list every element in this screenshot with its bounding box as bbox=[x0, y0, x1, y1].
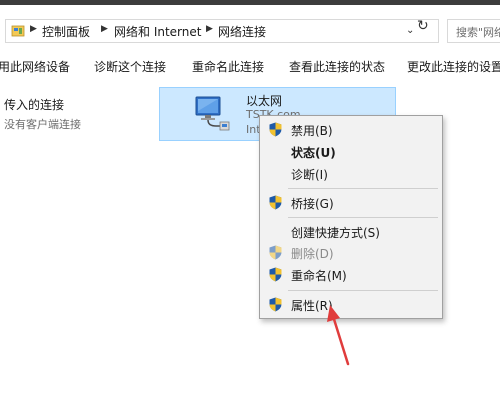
adapter-name: 以太网 bbox=[246, 94, 283, 108]
menu-item-label: 属性(R) bbox=[291, 299, 333, 313]
menu-item-rename[interactable]: 重命名(M) bbox=[260, 264, 442, 286]
breadcrumb-separator: ▶ bbox=[30, 24, 37, 34]
menu-item-bridge[interactable]: 桥接(G) bbox=[260, 192, 442, 214]
command-bar: 用此网络设备 诊断这个连接 重命名此连接 查看此连接的状态 更改此连接的设置 bbox=[0, 52, 500, 80]
breadcrumb-network-connections[interactable]: 网络连接 bbox=[218, 23, 266, 40]
window-top-strip bbox=[0, 0, 500, 5]
shield-icon bbox=[269, 122, 282, 137]
address-row: ▶ 控制面板 ▶ 网络和 Internet ▶ 网络连接 ⌄ ↻ 搜索"网络连 bbox=[0, 16, 500, 46]
shield-icon bbox=[269, 297, 282, 312]
search-input[interactable]: 搜索"网络连 bbox=[447, 19, 500, 43]
menu-item-label: 创建快捷方式(S) bbox=[291, 226, 380, 240]
menu-separator bbox=[288, 217, 438, 218]
refresh-icon[interactable]: ↻ bbox=[417, 18, 429, 34]
menu-item-label: 诊断(I) bbox=[291, 168, 328, 182]
breadcrumb-separator: ▶ bbox=[101, 24, 108, 34]
search-placeholder: 搜索"网络连 bbox=[456, 26, 500, 39]
address-bar[interactable]: ▶ 控制面板 ▶ 网络和 Internet ▶ 网络连接 ⌄ bbox=[5, 19, 439, 43]
network-adapter-icon bbox=[195, 96, 230, 131]
control-panel-icon bbox=[11, 25, 25, 37]
breadcrumb-separator: ▶ bbox=[206, 24, 213, 34]
shield-icon bbox=[269, 195, 282, 210]
menu-item-label: 重命名(M) bbox=[291, 269, 347, 283]
menu-item-label: 删除(D) bbox=[291, 247, 334, 261]
menu-item-properties[interactable]: 属性(R) bbox=[260, 294, 442, 316]
chevron-down-icon[interactable]: ⌄ bbox=[406, 25, 414, 36]
menu-separator bbox=[288, 188, 438, 189]
rename-connection-button[interactable]: 重命名此连接 bbox=[192, 58, 264, 75]
menu-item-delete: 删除(D) bbox=[260, 242, 442, 264]
menu-item-label: 禁用(B) bbox=[291, 124, 333, 138]
context-menu: 禁用(B) 状态(U) 诊断(I) 桥接(G) 创建快捷方式(S) 删除(D) bbox=[259, 115, 443, 319]
incoming-connections-status: 没有客户端连接 bbox=[4, 118, 81, 131]
shield-icon bbox=[269, 245, 282, 260]
disable-device-button[interactable]: 用此网络设备 bbox=[0, 58, 70, 75]
menu-item-label: 状态(U) bbox=[291, 146, 336, 160]
menu-separator bbox=[288, 290, 438, 291]
change-settings-button[interactable]: 更改此连接的设置 bbox=[407, 58, 500, 75]
incoming-connections-item[interactable]: 传入的连接 没有客户端连接 bbox=[4, 96, 81, 132]
incoming-connections-title: 传入的连接 bbox=[4, 98, 65, 112]
diagnose-connection-button[interactable]: 诊断这个连接 bbox=[94, 58, 166, 75]
menu-item-status[interactable]: 状态(U) bbox=[260, 141, 442, 163]
breadcrumb-network-internet[interactable]: 网络和 Internet bbox=[114, 23, 201, 40]
menu-item-diagnose[interactable]: 诊断(I) bbox=[260, 163, 442, 185]
menu-item-create-shortcut[interactable]: 创建快捷方式(S) bbox=[260, 221, 442, 243]
view-status-button[interactable]: 查看此连接的状态 bbox=[289, 58, 385, 75]
menu-item-label: 桥接(G) bbox=[291, 197, 334, 211]
shield-icon bbox=[269, 267, 282, 282]
menu-item-disable[interactable]: 禁用(B) bbox=[260, 119, 442, 141]
breadcrumb-control-panel[interactable]: 控制面板 bbox=[42, 23, 90, 40]
